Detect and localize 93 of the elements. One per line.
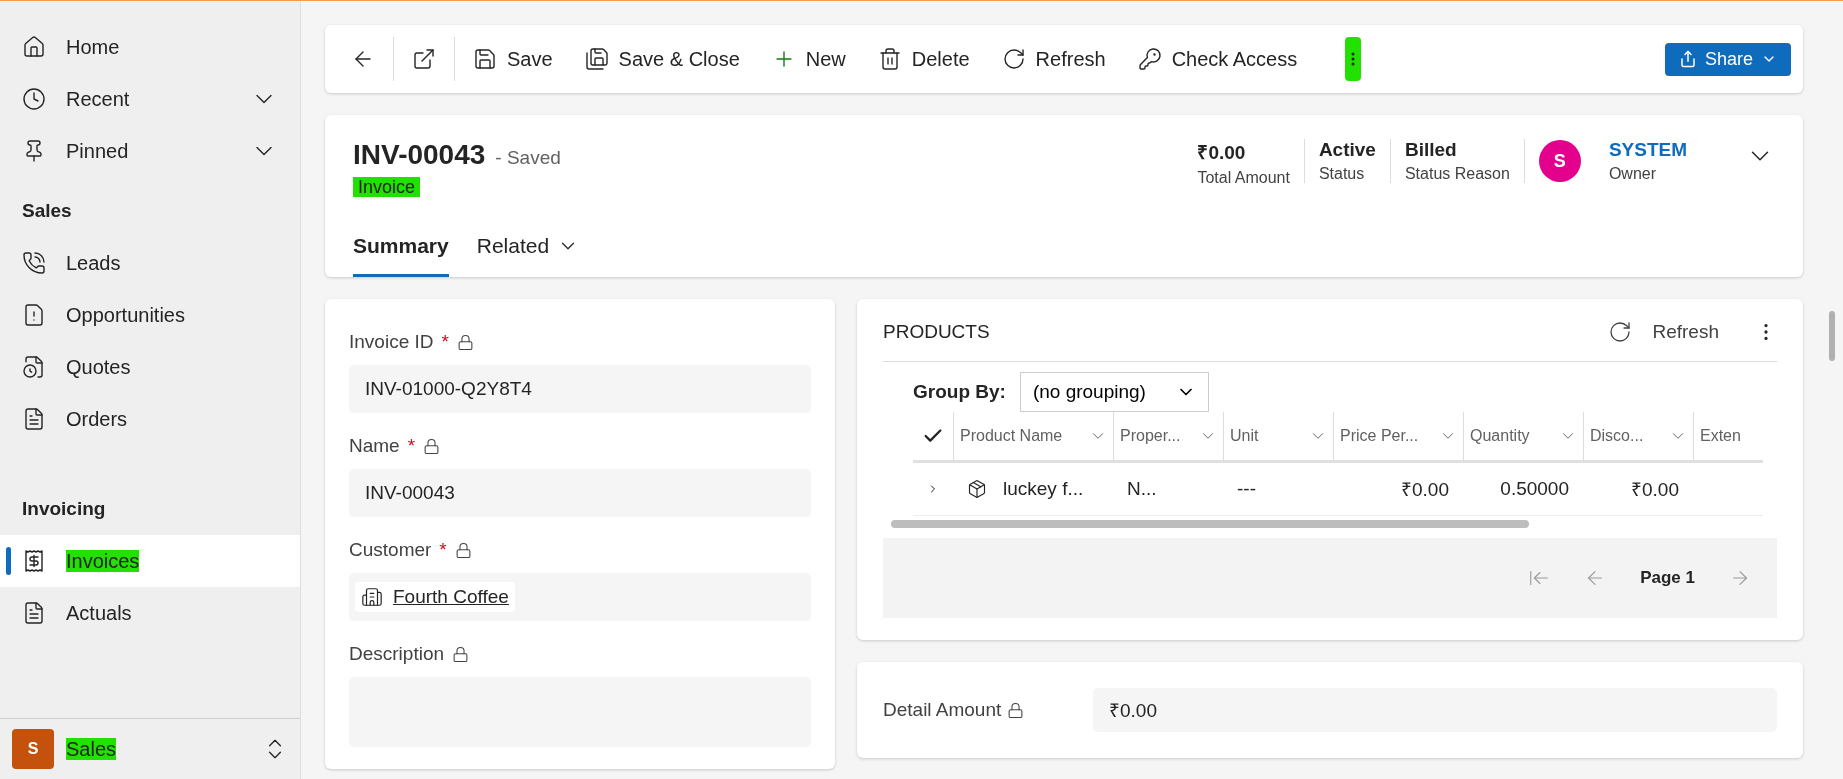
share-button[interactable]: Share bbox=[1664, 42, 1791, 76]
lock-icon bbox=[452, 645, 470, 663]
clock-icon bbox=[22, 87, 46, 111]
refresh-button[interactable]: Refresh bbox=[1602, 319, 1725, 345]
building-icon bbox=[361, 586, 383, 608]
nav-item[interactable]: Actuals bbox=[0, 587, 300, 639]
key-icon bbox=[1137, 47, 1162, 71]
section-title: PRODUCTS bbox=[883, 321, 991, 343]
table-cell: N... bbox=[1113, 463, 1223, 516]
nav-item[interactable]: Pinned bbox=[0, 125, 300, 177]
lock-icon bbox=[423, 437, 441, 455]
lock-icon bbox=[456, 333, 474, 351]
toolbar-button[interactable]: Refresh bbox=[987, 39, 1120, 79]
table-cell: ₹0.00 bbox=[1583, 463, 1693, 516]
document-icon bbox=[22, 601, 46, 625]
save-icon bbox=[473, 47, 497, 71]
nav-item[interactable]: Invoices bbox=[0, 535, 300, 587]
header-value: Active bbox=[1318, 139, 1376, 161]
owner-link[interactable]: SYSTEM bbox=[1608, 139, 1687, 161]
column-header[interactable]: Price Per... bbox=[1333, 412, 1463, 463]
save-status: - Saved bbox=[495, 147, 561, 168]
customer-link[interactable]: Fourth Coffee bbox=[355, 582, 515, 612]
scrollbar-thumb[interactable] bbox=[1829, 311, 1835, 361]
phone-icon bbox=[22, 251, 46, 275]
toolbar-button[interactable]: Delete bbox=[863, 39, 984, 79]
owner-avatar: S bbox=[1538, 140, 1581, 182]
toolbar-button[interactable]: Check Access bbox=[1123, 39, 1312, 79]
refresh-icon bbox=[1001, 47, 1026, 71]
input-field[interactable]: INV-01000-Q2Y8T4 bbox=[349, 365, 811, 413]
tab[interactable]: Summary bbox=[353, 228, 449, 277]
home-icon bbox=[22, 35, 46, 59]
page-number: Page 1 bbox=[1640, 568, 1695, 588]
package-icon bbox=[967, 479, 987, 499]
selection-bar bbox=[6, 547, 11, 575]
header-value: Billed bbox=[1404, 139, 1458, 161]
tab[interactable]: Related bbox=[476, 228, 580, 277]
column-header[interactable]: Quantity bbox=[1463, 412, 1583, 463]
toolbar-button[interactable]: New bbox=[757, 39, 860, 79]
nav-item[interactable]: Orders bbox=[0, 393, 300, 445]
column-header[interactable]: Product Name bbox=[953, 412, 1113, 463]
nav-item[interactable]: Recent bbox=[0, 73, 300, 125]
refresh-icon bbox=[1608, 320, 1633, 344]
required-mark: * bbox=[441, 331, 449, 353]
more-icon bbox=[1351, 52, 1356, 66]
header-label: Total Amount bbox=[1197, 169, 1290, 187]
document-clock-icon bbox=[22, 355, 46, 379]
field-label: Invoice ID bbox=[349, 331, 434, 353]
record-title: INV-00043 bbox=[353, 139, 486, 170]
toolbar-button[interactable]: Save & Close bbox=[570, 39, 754, 79]
table-cell: ₹0.00 bbox=[1333, 463, 1463, 516]
nav-item[interactable]: Home bbox=[0, 21, 300, 73]
field-label: Detail Amount bbox=[883, 699, 1002, 721]
external-link-icon bbox=[412, 47, 436, 71]
save-close-icon bbox=[584, 47, 609, 71]
more-button[interactable] bbox=[1345, 37, 1362, 81]
area-badge: S bbox=[12, 729, 54, 769]
receipt-icon bbox=[22, 549, 46, 573]
note-icon bbox=[22, 303, 46, 327]
product-name: luckey f... bbox=[1003, 478, 1084, 500]
required-mark: * bbox=[407, 435, 416, 457]
lookup-field[interactable]: Fourth Coffee bbox=[349, 573, 811, 621]
header-label: Status Reason bbox=[1404, 165, 1510, 183]
header-label: Status bbox=[1318, 165, 1366, 183]
required-mark: * bbox=[439, 539, 447, 561]
nav-item[interactable]: Opportunities bbox=[0, 289, 300, 341]
toolbar-button[interactable]: Save bbox=[459, 39, 567, 79]
header-value: ₹0.00 bbox=[1197, 141, 1247, 165]
input-field[interactable]: INV-00043 bbox=[349, 469, 811, 517]
lock-icon bbox=[454, 541, 472, 559]
share-icon bbox=[1678, 50, 1697, 68]
field-label: Customer bbox=[349, 539, 432, 561]
nav-item[interactable]: Leads bbox=[0, 237, 300, 289]
table-cell: --- bbox=[1223, 463, 1333, 516]
area-switcher[interactable]: S Sales bbox=[0, 718, 300, 779]
group-by-dropdown[interactable]: (no grouping) bbox=[1019, 372, 1209, 412]
input-field[interactable]: ₹0.00 bbox=[1093, 688, 1777, 732]
nav-item[interactable]: Quotes bbox=[0, 341, 300, 393]
lock-icon bbox=[1007, 701, 1025, 719]
column-header[interactable]: Proper... bbox=[1113, 412, 1223, 463]
scrollbar-thumb[interactable] bbox=[891, 520, 1529, 528]
table-cell: 0.50000 bbox=[1463, 463, 1583, 516]
entity-name: Invoice bbox=[353, 177, 421, 197]
column-header[interactable]: Disco... bbox=[1583, 412, 1693, 463]
document-icon bbox=[22, 407, 46, 431]
nav-group-title: Sales bbox=[21, 199, 73, 223]
nav-group-title: Invoicing bbox=[21, 497, 107, 521]
column-header[interactable]: Exten bbox=[1693, 412, 1763, 463]
header-label: Owner bbox=[1608, 165, 1657, 183]
trash-icon bbox=[877, 47, 902, 71]
field-label: Name bbox=[349, 435, 400, 457]
column-header[interactable]: Unit bbox=[1223, 412, 1333, 463]
field-label: Description bbox=[349, 643, 445, 665]
group-by-label: Group By: bbox=[913, 381, 1006, 403]
